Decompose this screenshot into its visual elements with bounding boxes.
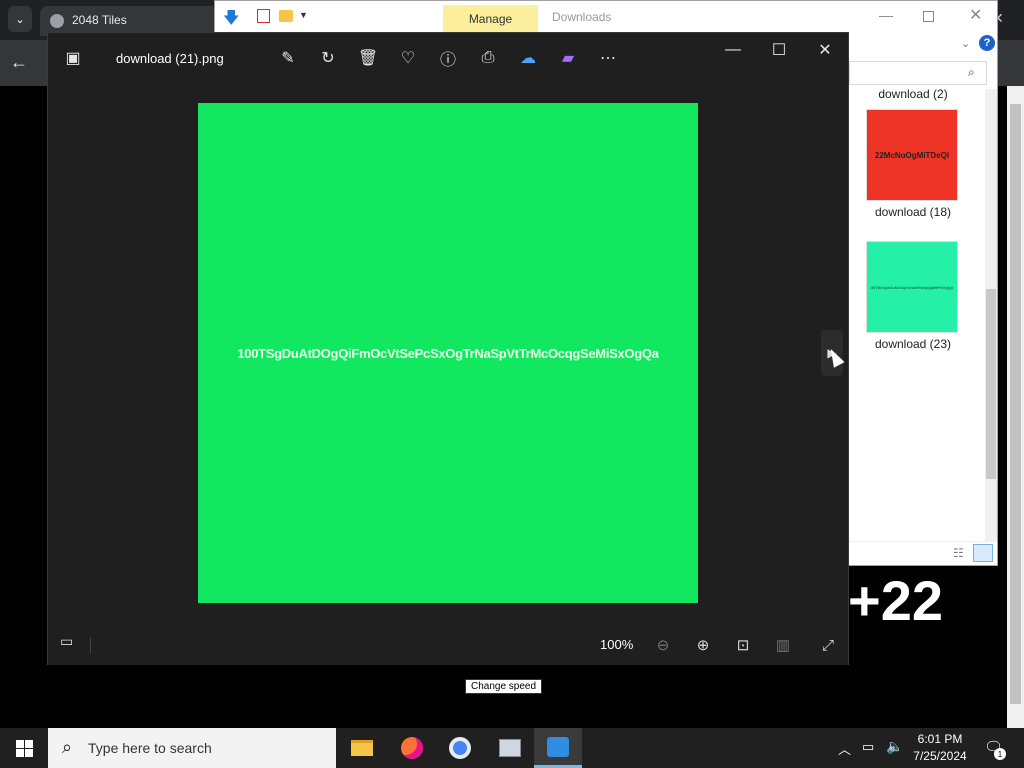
download-arrow-icon[interactable]: 🡇 [223, 7, 239, 34]
properties-icon[interactable] [257, 9, 270, 23]
zoom-level: 100% [600, 637, 634, 652]
fullscreen-icon[interactable]: ⤢ [816, 633, 840, 657]
clipchamp-icon[interactable]: ▰ [557, 47, 579, 69]
file-explorer-taskbar-icon[interactable] [338, 728, 386, 768]
minimize-icon[interactable]: — [722, 39, 744, 61]
file-thumbnail: 22McNoOgMiTDeQl [866, 109, 958, 201]
firefox-taskbar-icon[interactable] [388, 728, 436, 768]
windows-start-icon[interactable] [0, 728, 48, 768]
rotate-icon[interactable]: ↻ [317, 47, 339, 69]
file-name: download (23) [874, 337, 952, 351]
minimize-icon[interactable]: — [879, 7, 893, 23]
clock-date[interactable]: 7/25/2024 [908, 749, 972, 763]
taskbar-search-input[interactable]: ⌕ Type here to search [48, 728, 336, 768]
chrome-taskbar-icon[interactable] [436, 728, 484, 768]
gallery-icon[interactable]: ▣ [62, 47, 84, 69]
list-item[interactable]: 46TWnQaOuNcOqXvIsbiHsIqsQaIHPvGqQo downl… [849, 241, 977, 353]
help-icon[interactable]: ? [979, 35, 995, 51]
new-folder-icon[interactable] [279, 10, 293, 22]
tab-search-button[interactable]: ⌄ [8, 6, 32, 32]
list-item[interactable]: 22McNoOgMiTDeQl download (18) [849, 109, 977, 221]
close-icon[interactable]: ✕ [814, 39, 836, 61]
volume-muted-icon[interactable]: 🔈 [886, 738, 903, 755]
tab-manage[interactable]: Manage [443, 5, 538, 33]
maximize-icon[interactable]: ☐ [768, 39, 790, 61]
globe-icon [50, 14, 64, 28]
photos-viewer-window: ▣ download (21).png ✎ ↻ 🗑 ♡ ⓘ ⎙ ☁ ▰ ⋯ — … [47, 32, 849, 665]
favorite-icon[interactable]: ♡ [397, 47, 419, 69]
explorer-title: Downloads [552, 10, 612, 24]
info-icon[interactable]: ⓘ [437, 47, 459, 69]
chevron-down-icon[interactable]: ▼ [299, 10, 308, 20]
app-taskbar-icon[interactable] [486, 728, 534, 768]
zoom-in-icon[interactable]: ⊕ [691, 633, 715, 657]
details-view-icon[interactable]: ☷ [953, 546, 964, 560]
large-icons-view-icon[interactable] [973, 544, 993, 562]
close-icon[interactable]: ✕ [969, 5, 982, 25]
print-icon[interactable]: ⎙ [477, 47, 499, 69]
search-icon: ⌕ [968, 65, 975, 79]
thumbnail-text: 22McNoOgMiTDeQl [874, 150, 950, 160]
search-icon: ⌕ [62, 737, 73, 757]
photos-titlebar: ▣ download (21).png ✎ ↻ 🗑 ♡ ⓘ ⎙ ☁ ▰ ⋯ — … [48, 33, 848, 83]
divider [90, 637, 91, 653]
fit-to-window-icon[interactable]: ⊡ [731, 633, 755, 657]
clock-time[interactable]: 6:01 PM [908, 732, 972, 746]
explorer-titlebar: 🡇 ▼ Manage Downloads — ✕ [215, 1, 997, 33]
filmstrip-icon[interactable]: ▭ [60, 633, 73, 650]
image-text: 100TSgDuAtDOgQiFmOcVtSePcSxOgTrNaSpVtTrM… [237, 345, 659, 361]
tab-title: 2048 Tiles [72, 13, 127, 27]
photos-bottom-bar: ▭ 100% ⊖ ⊕ ⊡ ▥ ⤢ [48, 625, 848, 665]
search-placeholder: Type here to search [88, 740, 212, 756]
zoom-out-icon[interactable]: ⊖ [651, 633, 675, 657]
explorer-scrollbar[interactable] [985, 89, 997, 541]
file-list: download (2) 22McNoOgMiTDeQl download (1… [849, 87, 985, 537]
scroll-thumb[interactable] [986, 289, 996, 479]
maximize-icon[interactable] [923, 11, 934, 22]
chevron-up-icon[interactable]: ︿ [838, 739, 851, 758]
taskbar: ⌕ Type here to search ︿ ▭ 🔈 6:01 PM 7/25… [0, 728, 1024, 768]
file-name: download (18) [874, 205, 952, 219]
file-thumbnail: 46TWnQaOuNcOqXvIsbiHsIqsQaIHPvGqQo [866, 241, 958, 333]
photos-taskbar-icon[interactable] [534, 728, 582, 768]
actual-size-icon[interactable]: ▥ [771, 633, 795, 657]
more-icon[interactable]: ⋯ [597, 47, 619, 69]
edit-icon[interactable]: ✎ [277, 47, 299, 69]
file-name: download (2) [878, 87, 948, 101]
delete-icon[interactable]: 🗑 [357, 47, 379, 69]
score-increment: +22 [848, 569, 943, 632]
thumbnail-text: 46TWnQaOuNcOqXvIsbiHsIqsQaIHPvGqQo [870, 284, 954, 290]
image-canvas: 100TSgDuAtDOgQiFmOcVtSePcSxOgTrNaSpVtTrM… [198, 103, 698, 603]
back-arrow-icon[interactable]: ← [10, 52, 28, 73]
network-icon[interactable]: ▭ [862, 739, 874, 755]
status-bar: ☷ [849, 541, 997, 565]
file-name: download (21).png [116, 51, 224, 66]
onedrive-icon[interactable]: ☁ [517, 47, 539, 69]
browser-scrollbar[interactable] [1007, 86, 1024, 728]
search-input[interactable]: ⌕ [849, 61, 987, 85]
change-speed-button[interactable]: Change speed [465, 679, 543, 694]
scroll-thumb[interactable] [1010, 104, 1021, 704]
chevron-down-icon[interactable]: ⌄ [961, 37, 970, 50]
notification-badge: 1 [994, 748, 1006, 760]
